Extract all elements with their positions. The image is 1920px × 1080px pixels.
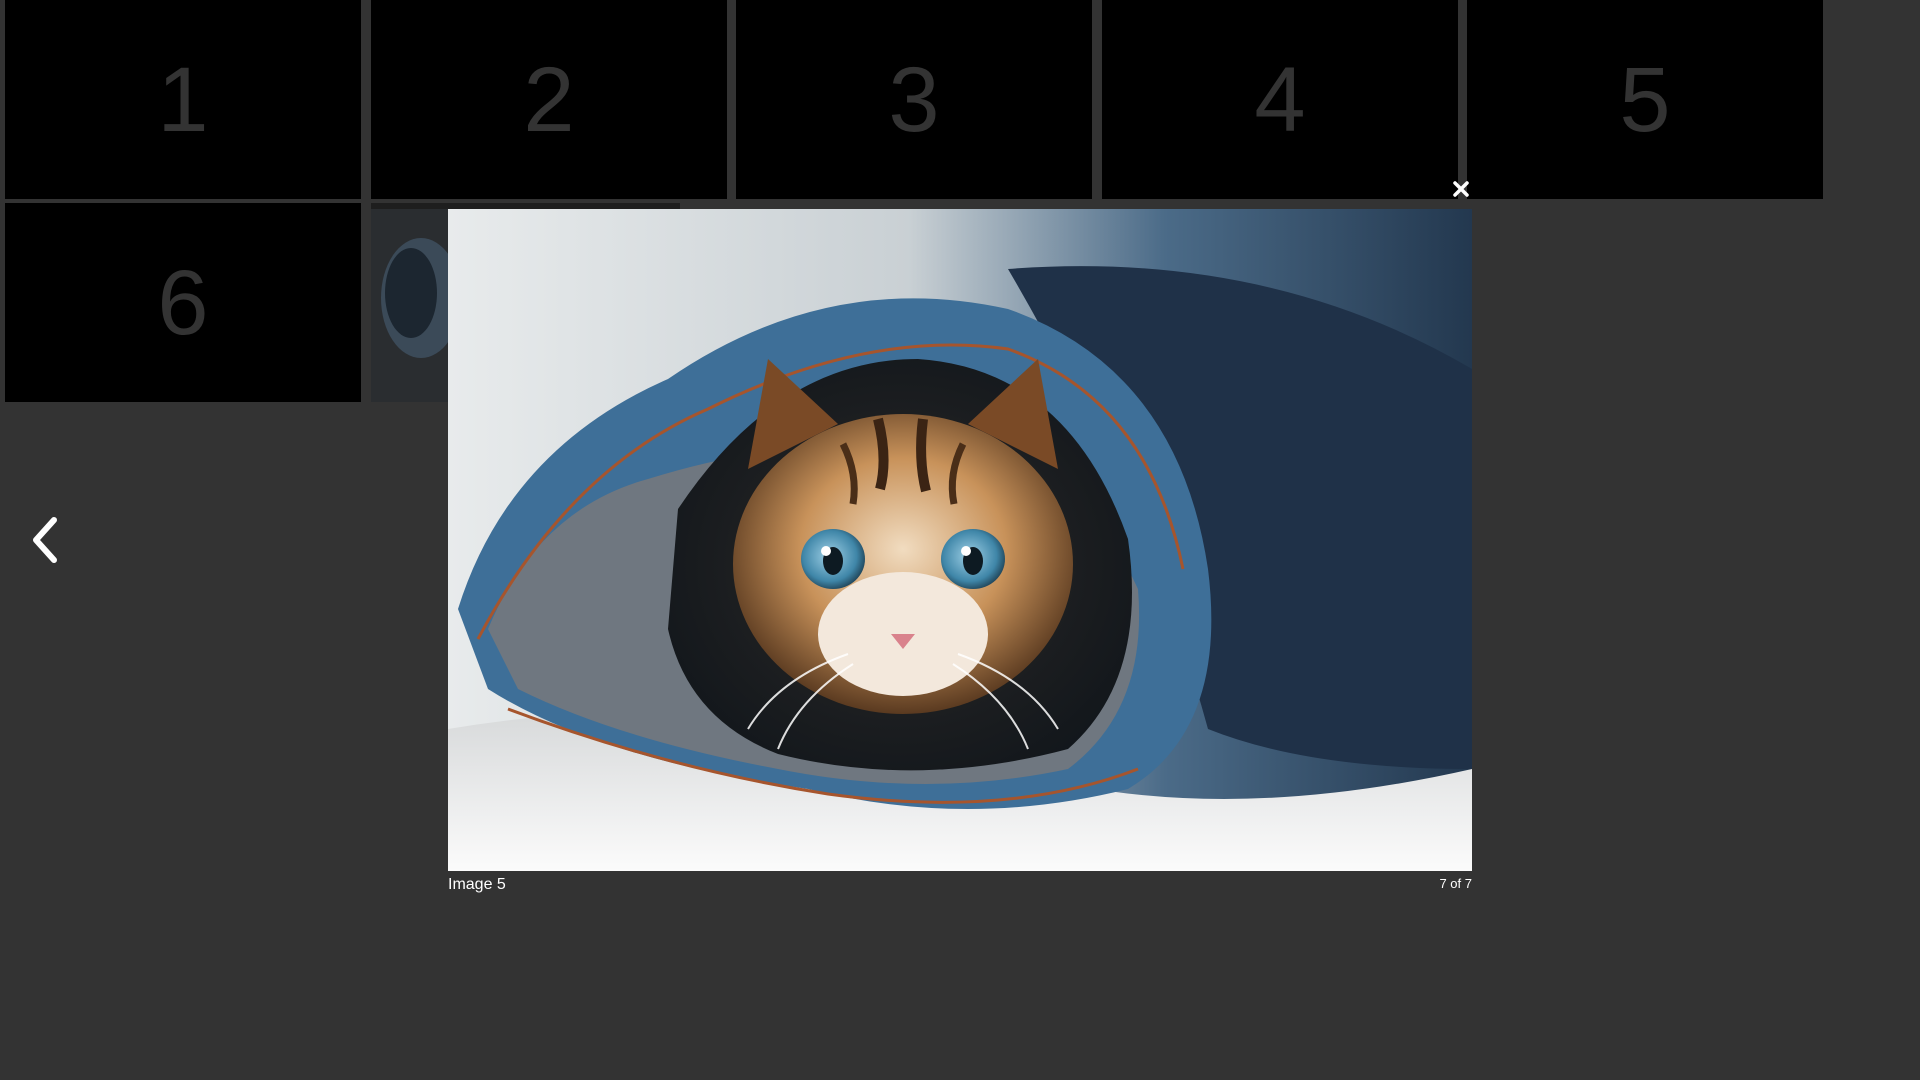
- tile-number: 2: [523, 48, 575, 151]
- gallery-tile-5[interactable]: 5: [1467, 0, 1823, 199]
- gallery-tile-1[interactable]: 1: [5, 0, 361, 199]
- gallery-tile-3[interactable]: 3: [736, 0, 1092, 199]
- tile-number: 4: [1254, 48, 1306, 151]
- tile-number: 3: [888, 48, 940, 151]
- tile-number: 5: [1619, 48, 1671, 151]
- kitten-photo-icon: [448, 209, 1472, 871]
- close-button[interactable]: [1448, 176, 1474, 202]
- gallery-tile-4[interactable]: 4: [1102, 0, 1458, 199]
- gallery-tile-6[interactable]: 6: [5, 203, 361, 402]
- lightbox-counter: 7 of 7: [1439, 876, 1472, 891]
- lightbox-caption: Image 5: [448, 876, 506, 893]
- gallery-tile-2[interactable]: 2: [371, 0, 727, 199]
- tile-number: 1: [157, 48, 209, 151]
- tile-number: 6: [157, 251, 209, 354]
- chevron-left-icon: [33, 517, 57, 563]
- lightbox-image[interactable]: [448, 209, 1472, 871]
- close-icon: [1453, 181, 1469, 197]
- previous-button[interactable]: [26, 510, 66, 570]
